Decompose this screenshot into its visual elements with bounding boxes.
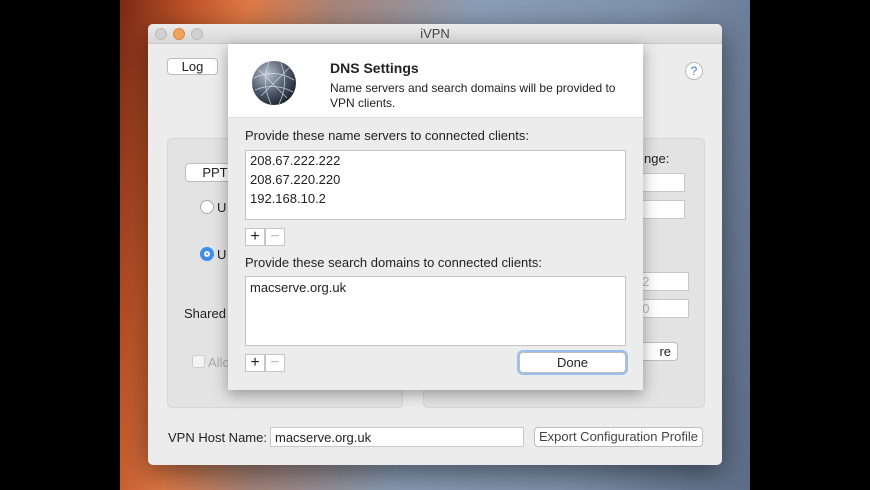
log-button[interactable]: Log <box>167 58 218 75</box>
minimize-button[interactable] <box>173 28 185 40</box>
search-domains-label: Provide these search domains to connecte… <box>245 255 543 270</box>
sheet-title: DNS Settings <box>330 60 419 76</box>
remove-server-button[interactable]: − <box>265 228 285 246</box>
radio-label-2: U <box>217 247 227 262</box>
network-globe-icon <box>252 61 296 105</box>
allow-label: Allo <box>208 355 230 370</box>
dns-settings-sheet: DNS Settings Name servers and search dom… <box>228 44 643 390</box>
search-domains-list[interactable]: macserve.org.uk <box>245 276 626 346</box>
host-name-label: VPN Host Name: <box>168 430 267 445</box>
window-title: iVPN <box>420 26 450 41</box>
sheet-description: Name servers and search domains will be … <box>330 81 616 110</box>
list-item[interactable]: 208.67.222.222 <box>246 151 625 170</box>
ivpn-window: iVPN Log ? PPT U U Shared S Allo nge: 0 … <box>148 24 722 465</box>
list-item[interactable]: macserve.org.uk <box>246 277 625 297</box>
close-button[interactable] <box>155 28 167 40</box>
radio-option-1[interactable] <box>200 200 214 214</box>
export-configuration-profile-button[interactable]: Export Configuration Profile <box>534 427 703 447</box>
list-item[interactable]: 208.67.220.220 <box>246 170 625 189</box>
range-label: nge: <box>644 151 670 166</box>
list-item[interactable]: 192.168.10.2 <box>246 189 625 208</box>
allow-checkbox[interactable] <box>192 355 205 368</box>
sheet-header: DNS Settings Name servers and search dom… <box>228 44 643 118</box>
zoom-button[interactable] <box>191 28 203 40</box>
add-server-button[interactable]: + <box>245 228 265 246</box>
add-domain-button[interactable]: + <box>245 354 265 372</box>
name-servers-list[interactable]: 208.67.222.222 208.67.220.220 192.168.10… <box>245 150 626 220</box>
remove-domain-button[interactable]: − <box>265 354 285 372</box>
done-button[interactable]: Done <box>519 352 626 373</box>
help-button[interactable]: ? <box>685 62 703 80</box>
radio-label-1: U <box>217 200 227 215</box>
host-name-input[interactable]: macserve.org.uk <box>270 427 524 447</box>
title-bar: iVPN <box>148 24 722 44</box>
name-servers-label: Provide these name servers to connected … <box>245 128 529 143</box>
radio-option-2-selected[interactable] <box>200 247 214 261</box>
